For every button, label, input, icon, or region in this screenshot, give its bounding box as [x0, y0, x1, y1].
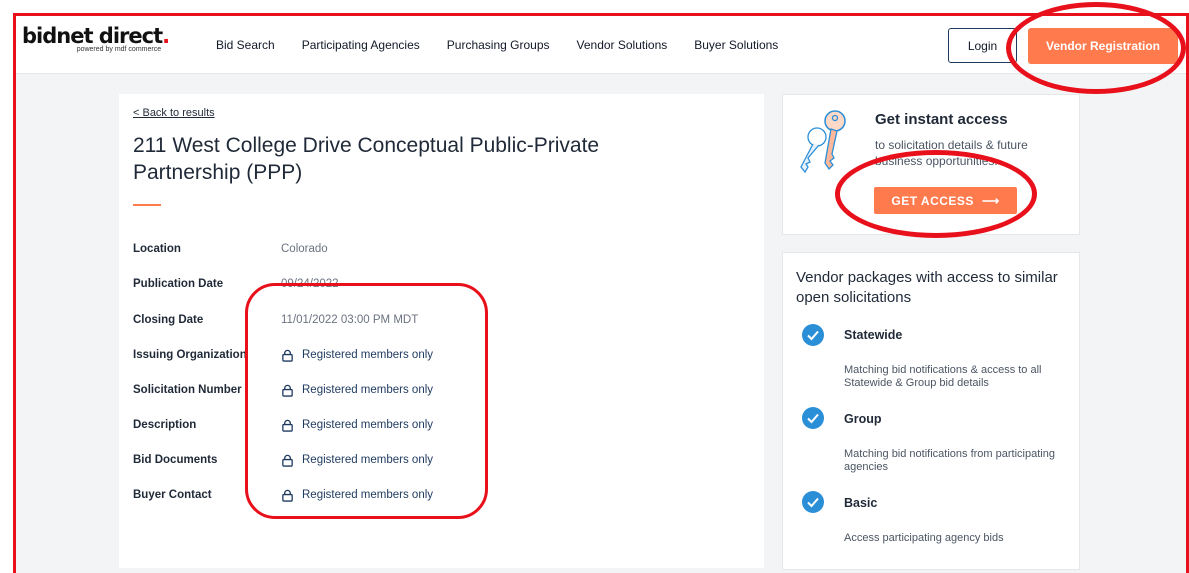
detail-row: Solicitation Number Registered members o… — [133, 382, 433, 398]
get-access-button[interactable]: GET ACCESS ⟶ — [874, 187, 1017, 214]
get-access-label: GET ACCESS — [891, 193, 974, 208]
locked-value[interactable]: Registered members only — [281, 419, 433, 432]
field-label: Issuing Organization — [133, 349, 247, 361]
field-value: Colorado — [281, 243, 328, 255]
page-frame: bidnet direct. powered by mdf commerce B… — [13, 13, 1189, 573]
detail-row: Issuing Organization Registered members … — [133, 347, 433, 363]
lock-icon — [282, 349, 293, 362]
locked-text: Registered members only — [302, 489, 434, 501]
title-divider — [133, 204, 161, 206]
field-label: Buyer Contact — [133, 489, 212, 501]
field-label: Location — [133, 243, 181, 255]
key-icon — [800, 110, 846, 174]
main-nav: Bid Search Participating Agencies Purcha… — [216, 38, 778, 52]
access-subtitle: to solicitation details & future busines… — [875, 138, 1028, 168]
solicitation-detail-card: < Back to results 211 West College Drive… — [119, 94, 764, 568]
back-to-results-link[interactable]: < Back to results — [133, 107, 215, 119]
check-circle-icon — [802, 491, 824, 513]
field-value: 11/01/2022 03:00 PM MDT — [281, 314, 419, 326]
locked-text: Registered members only — [302, 419, 434, 431]
nav-buyer-solutions[interactable]: Buyer Solutions — [694, 38, 778, 52]
detail-row: Buyer Contact Registered members only — [133, 487, 433, 503]
detail-row: Location Colorado — [133, 241, 328, 257]
lock-icon — [282, 419, 293, 432]
access-title: Get instant access — [875, 111, 1008, 128]
check-circle-icon — [802, 324, 824, 346]
package-name-statewide[interactable]: Statewide — [844, 328, 902, 342]
lock-icon — [282, 384, 293, 397]
nav-participating-agencies[interactable]: Participating Agencies — [302, 38, 420, 52]
locked-value[interactable]: Registered members only — [281, 454, 433, 467]
field-label: Closing Date — [133, 314, 204, 326]
field-value: 09/24/2022 — [281, 278, 339, 290]
nav-vendor-solutions[interactable]: Vendor Solutions — [577, 38, 668, 52]
vendor-packages-card: Vendor packages with access to similar o… — [782, 252, 1080, 570]
locked-text: Registered members only — [302, 384, 434, 396]
packages-title: Vendor packages with access to similar o… — [796, 269, 1058, 306]
detail-row: Bid Documents Registered members only — [133, 452, 433, 468]
vendor-registration-button[interactable]: Vendor Registration — [1028, 28, 1178, 64]
logo-dot: . — [162, 24, 170, 48]
logo-text: bidnet direct — [22, 24, 163, 48]
field-label: Publication Date — [133, 278, 224, 290]
instant-access-card: Get instant access to solicitation detai… — [782, 94, 1080, 235]
package-name-group[interactable]: Group — [844, 412, 882, 426]
detail-row: Closing Date 11/01/2022 03:00 PM MDT — [133, 312, 418, 328]
field-label: Description — [133, 419, 197, 431]
detail-row: Publication Date 09/24/2022 — [133, 276, 339, 292]
detail-row: Description Registered members only — [133, 417, 433, 433]
locked-value[interactable]: Registered members only — [281, 489, 433, 502]
locked-text: Registered members only — [302, 349, 434, 361]
nav-bid-search[interactable]: Bid Search — [216, 38, 275, 52]
locked-value[interactable]: Registered members only — [281, 349, 433, 362]
nav-purchasing-groups[interactable]: Purchasing Groups — [447, 38, 550, 52]
locked-text: Registered members only — [302, 454, 434, 466]
lock-icon — [282, 454, 293, 467]
site-header: bidnet direct. powered by mdf commerce B… — [16, 16, 1186, 74]
locked-value[interactable]: Registered members only — [281, 384, 433, 397]
check-circle-icon — [802, 407, 824, 429]
page-title: 211 West College Drive Conceptual Public… — [133, 134, 600, 184]
package-desc: Access participating agency bids — [844, 532, 1004, 544]
field-label: Bid Documents — [133, 454, 218, 466]
bidnet-logo[interactable]: bidnet direct. powered by mdf commerce — [22, 24, 170, 53]
package-desc: Matching bid notifications & access to a… — [844, 364, 1042, 389]
lock-icon — [282, 489, 293, 502]
field-label: Solicitation Number — [133, 384, 242, 396]
package-desc: Matching bid notifications from particip… — [844, 448, 1055, 473]
package-name-basic[interactable]: Basic — [844, 496, 877, 510]
login-button[interactable]: Login — [948, 28, 1017, 63]
arrow-right-icon: ⟶ — [981, 193, 1000, 208]
